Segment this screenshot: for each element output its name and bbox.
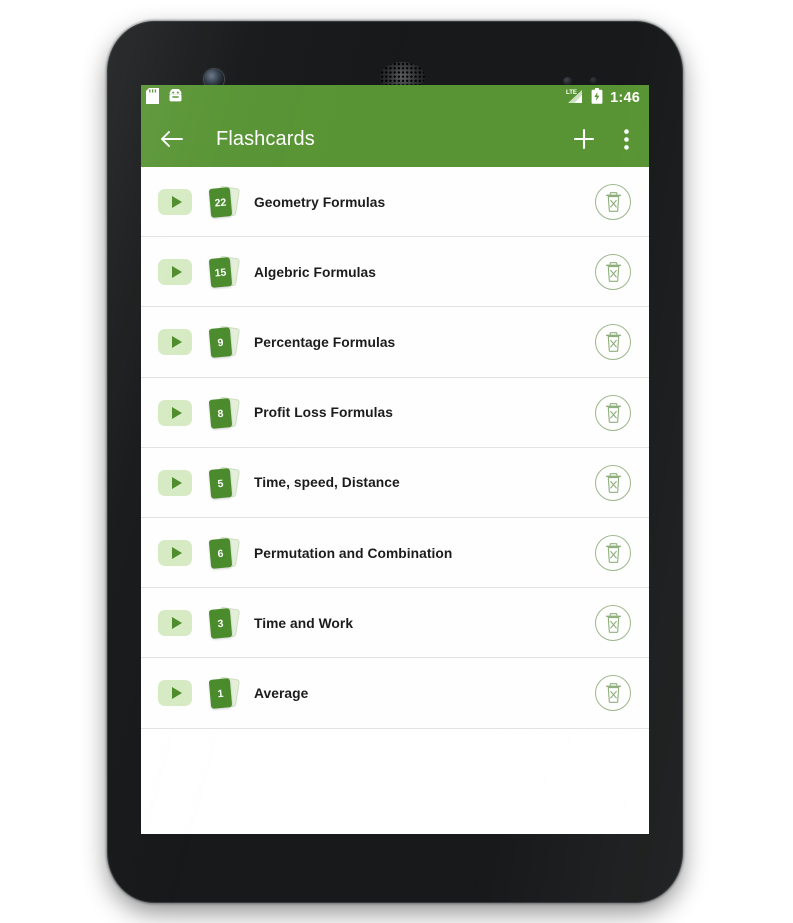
play-icon[interactable] — [158, 680, 192, 707]
delete-trash-icon[interactable] — [595, 535, 631, 572]
status-bar-left-icons — [146, 87, 183, 109]
flashcard-title: Profit Loss Formulas — [254, 405, 393, 421]
flashcard-list-item-4[interactable]: 5 Time, speed, Distance — [141, 447, 649, 519]
flashcard-list-item-3[interactable]: 8 Profit Loss Formulas — [141, 377, 649, 448]
card-stack-icon: 1 — [208, 675, 241, 711]
card-stack-icon: 22 — [208, 184, 241, 220]
delete-trash-icon[interactable] — [595, 464, 631, 501]
flashcard-list-item-7[interactable]: 1 Average — [141, 658, 649, 729]
flashcard-title: Geometry Formulas — [254, 194, 386, 210]
flashcard-title: Algebric Formulas — [254, 264, 376, 280]
status-bar: LTE 1:46 — [141, 85, 649, 111]
flashcard-count: 8 — [217, 407, 224, 421]
flashcard-title: Average — [254, 685, 309, 701]
flashcard-count: 6 — [217, 548, 224, 561]
card-stack-icon: 6 — [208, 535, 241, 571]
delete-trash-icon[interactable] — [595, 394, 631, 431]
play-icon[interactable] — [158, 399, 192, 426]
flashcard-count: 15 — [214, 267, 227, 281]
phone-device-frame: LTE 1:46 Flashcards 22 Geometry Formulas… — [108, 22, 682, 902]
flashcard-count: 5 — [217, 477, 224, 491]
play-icon[interactable] — [158, 540, 192, 567]
back-arrow-icon[interactable] — [159, 126, 185, 152]
flashcard-title: Permutation and Combination — [254, 545, 453, 561]
flashcard-list-item-5[interactable]: 6 Permutation and Combination — [141, 517, 649, 589]
flashcard-list-item-6[interactable]: 3 Time and Work — [141, 588, 649, 659]
flashcard-count: 1 — [217, 688, 224, 701]
flashcard-count: 9 — [217, 337, 224, 350]
flashcard-count: 3 — [217, 618, 224, 631]
flashcard-list-item-1[interactable]: 15 Algebric Formulas — [141, 237, 649, 308]
toolbar-actions — [569, 124, 635, 154]
flashcard-list-item-0[interactable]: 22 Geometry Formulas — [141, 167, 649, 238]
flashcard-list: 22 Geometry Formulas 15 Algebric Formula… — [141, 167, 649, 729]
android-robot-icon — [168, 87, 183, 108]
flashcard-title: Percentage Formulas — [254, 334, 396, 350]
flashcard-list-item-2[interactable]: 9 Percentage Formulas — [141, 307, 649, 378]
delete-trash-icon[interactable] — [595, 184, 631, 221]
svg-text:LTE: LTE — [566, 90, 577, 96]
delete-trash-icon[interactable] — [595, 675, 631, 712]
status-bar-right-icons: LTE 1:46 — [566, 87, 640, 109]
play-icon[interactable] — [158, 189, 192, 216]
status-bar-clock: 1:46 — [610, 89, 640, 106]
overflow-menu-icon[interactable] — [617, 124, 635, 154]
flashcard-title: Time, speed, Distance — [254, 475, 400, 491]
card-stack-icon: 9 — [208, 324, 241, 360]
delete-trash-icon[interactable] — [595, 254, 631, 291]
card-stack-icon: 5 — [208, 465, 241, 501]
flashcard-count: 22 — [214, 196, 227, 210]
play-icon[interactable] — [158, 610, 192, 637]
delete-trash-icon[interactable] — [595, 324, 631, 361]
phone-screen: LTE 1:46 Flashcards 22 Geometry Formulas… — [141, 85, 649, 834]
app-toolbar: Flashcards — [141, 111, 649, 167]
plus-icon[interactable] — [569, 124, 599, 154]
delete-trash-icon[interactable] — [595, 605, 631, 642]
card-stack-icon: 3 — [208, 605, 241, 641]
ambient-light-sensor-icon — [590, 77, 597, 84]
sd-card-icon — [146, 87, 159, 109]
play-icon[interactable] — [158, 329, 192, 356]
card-stack-icon: 15 — [208, 254, 241, 290]
flashcard-title: Time and Work — [254, 615, 354, 631]
list-empty-area — [141, 728, 649, 809]
battery-charging-icon — [591, 87, 603, 109]
signal-bars-icon: LTE — [566, 88, 585, 109]
play-icon[interactable] — [158, 259, 192, 286]
page-title: Flashcards — [216, 127, 315, 150]
play-icon[interactable] — [158, 469, 192, 496]
proximity-sensor-icon — [563, 77, 572, 85]
card-stack-icon: 8 — [208, 395, 241, 431]
